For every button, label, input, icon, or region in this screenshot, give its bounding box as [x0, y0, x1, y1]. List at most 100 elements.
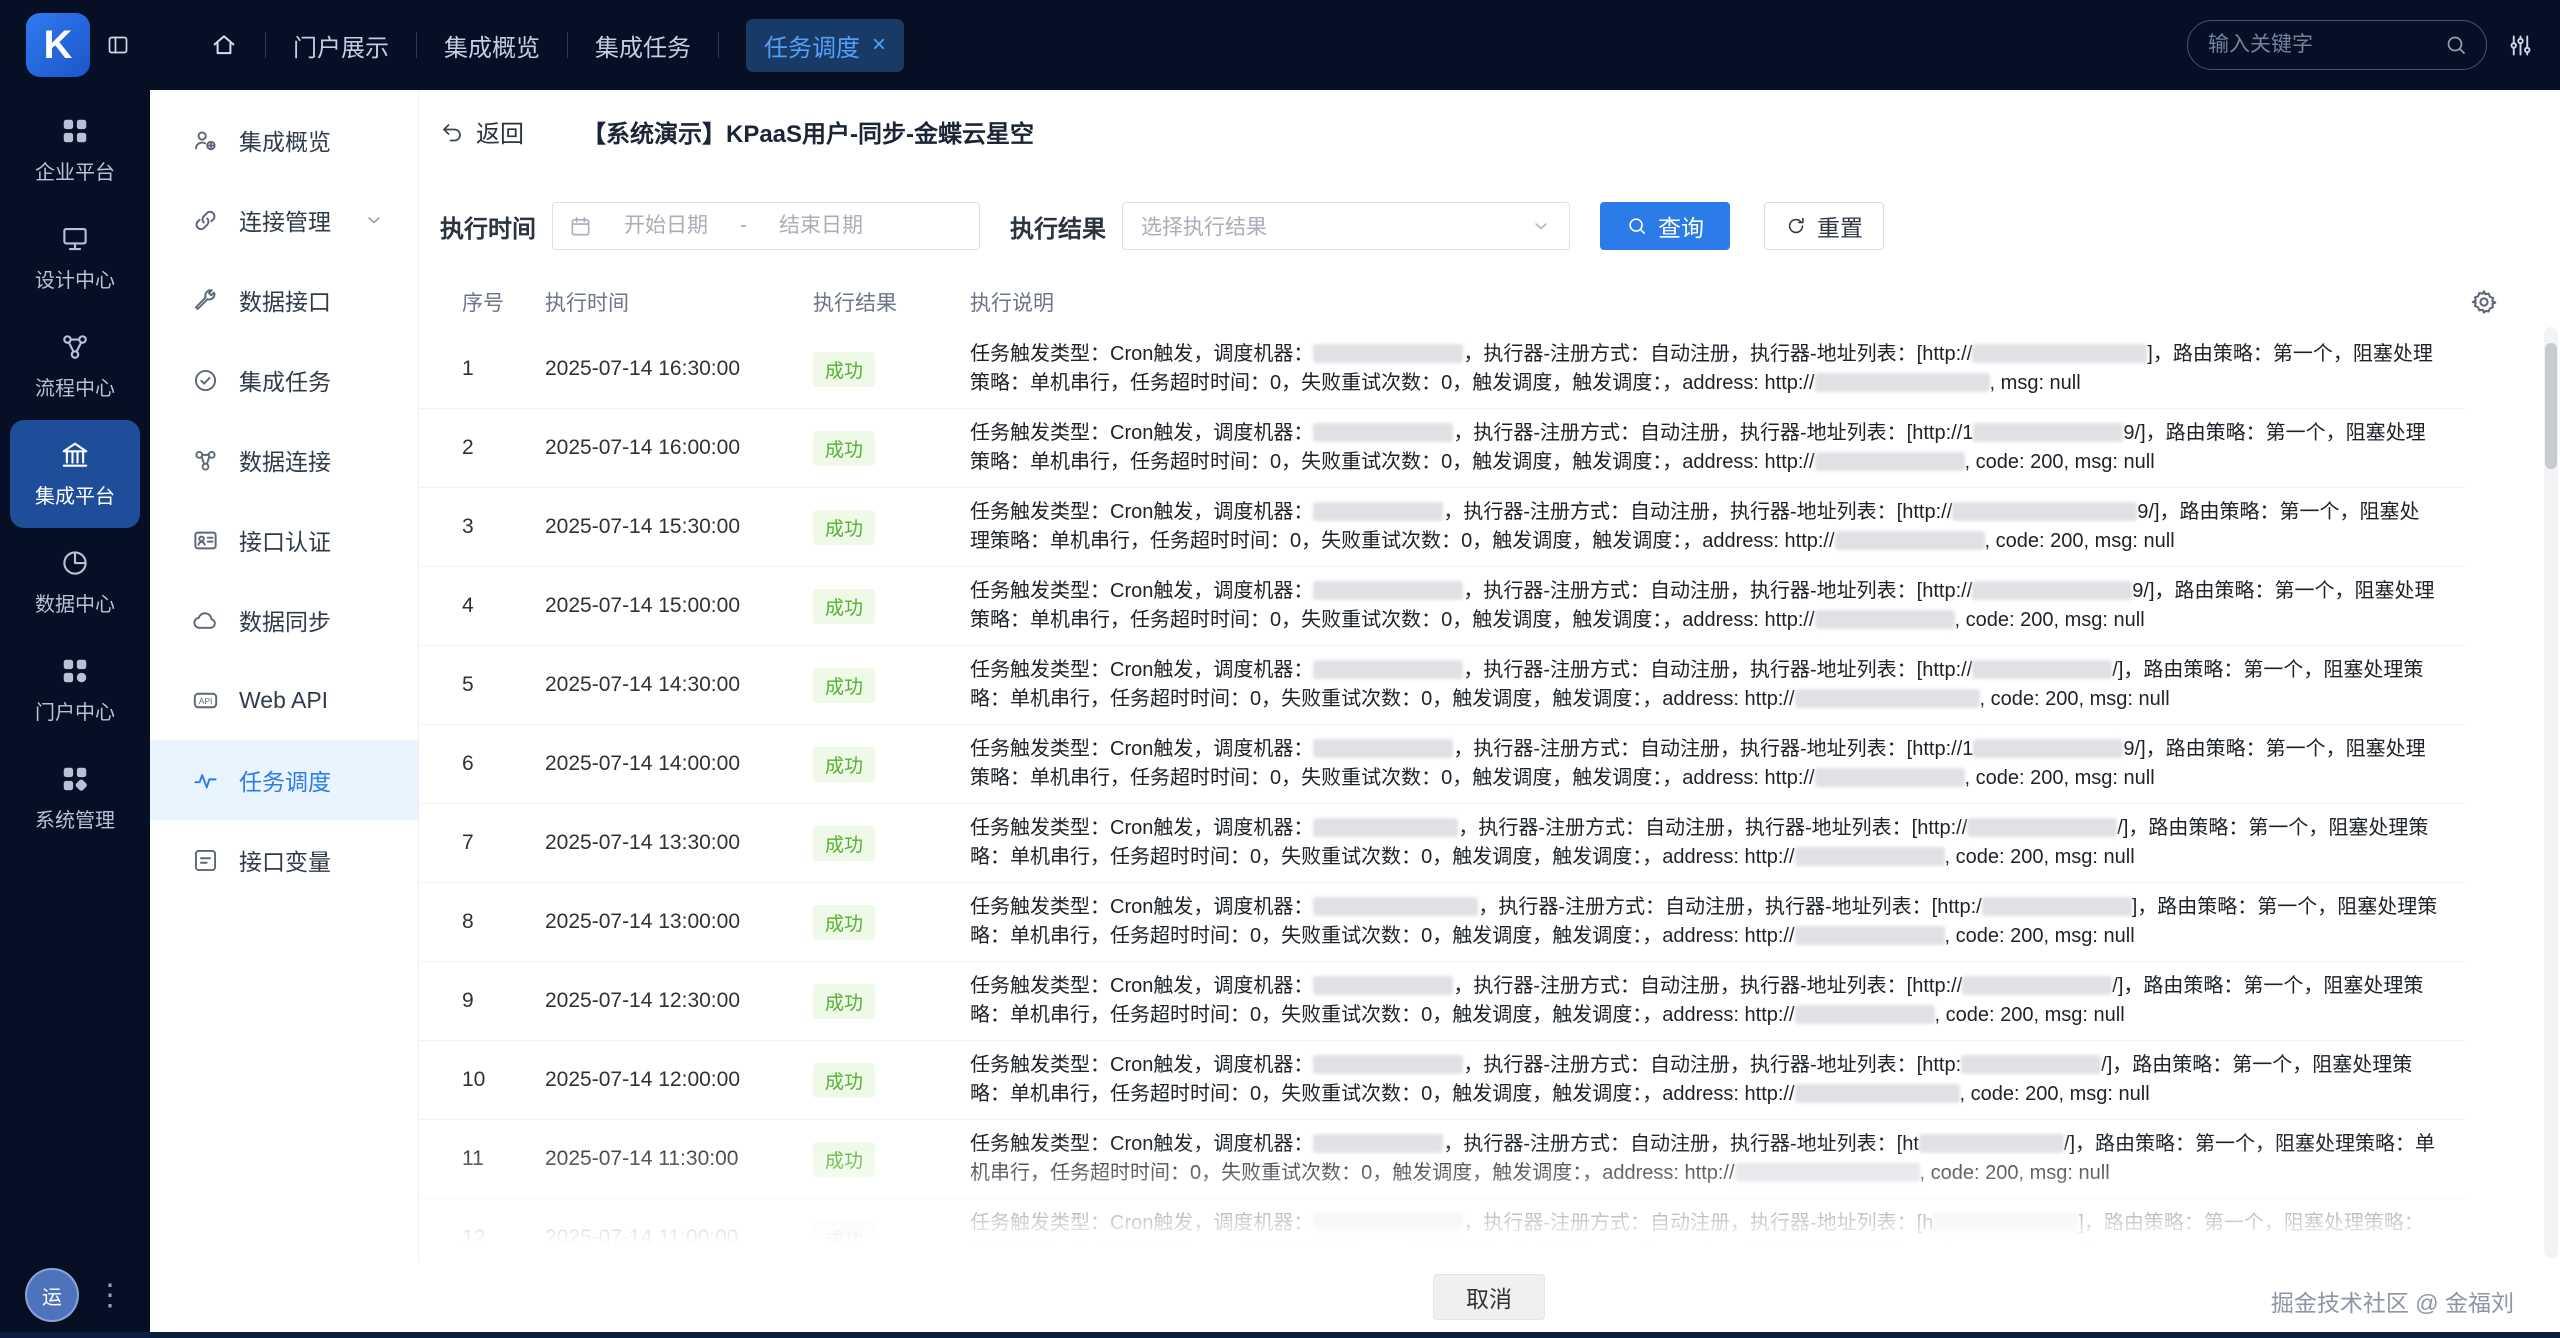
tab-task-schedule[interactable]: 任务调度 × [746, 19, 904, 72]
redacted-text [1795, 1084, 1960, 1103]
search-icon[interactable] [2444, 33, 2468, 57]
row-exec-desc: 任务触发类型：Cron触发，调度机器：，执行器-注册方式：自动注册，执行器-地址… [970, 972, 2465, 1030]
row-exec-time: 2025-07-14 15:00:00 [545, 594, 813, 618]
avatar[interactable]: 运 [25, 1268, 79, 1322]
status-badge: 成功 [813, 510, 875, 545]
query-button[interactable]: 查询 [1600, 202, 1730, 250]
submenu-item-web-api[interactable]: Web API [150, 660, 418, 740]
row-index: 3 [462, 515, 545, 539]
row-index: 12 [462, 1226, 545, 1250]
enterprise-platform-icon [60, 116, 90, 146]
submenu-item-data-sync[interactable]: 数据同步 [150, 580, 418, 660]
status-badge: 成功 [813, 1221, 875, 1256]
status-badge: 成功 [813, 826, 875, 861]
nav-separator [265, 32, 266, 58]
row-exec-time: 2025-07-14 12:00:00 [545, 1068, 813, 1092]
data-sync-icon [192, 607, 219, 634]
submenu-item-api-auth[interactable]: 接口认证 [150, 500, 418, 580]
nav-separator [567, 32, 568, 58]
row-index: 11 [462, 1147, 545, 1171]
submenu-item-integration-task[interactable]: 集成任务 [150, 340, 418, 420]
date-end-input[interactable] [755, 213, 887, 239]
left-rail: K 企业平台设计中心流程中心集成平台数据中心门户中心系统管理 运 ⋮ [0, 0, 150, 1338]
table-row: 72025-07-14 13:30:00成功任务触发类型：Cron触发，调度机器… [418, 804, 2465, 883]
redacted-text [1313, 581, 1463, 600]
row-exec-time: 2025-07-14 11:30:00 [545, 1147, 813, 1171]
refresh-icon [1785, 215, 1807, 237]
table-row: 32025-07-14 15:30:00成功任务触发类型：Cron触发，调度机器… [418, 488, 2465, 567]
task-schedule-icon [192, 767, 219, 794]
reset-button[interactable]: 重置 [1764, 202, 1884, 250]
portal-center-icon [60, 656, 90, 686]
watermark: 掘金技术社区 @ 金福刘 [2271, 1284, 2514, 1318]
rail-item-process-center[interactable]: 流程中心 [10, 312, 140, 420]
rail-item-system-mgmt[interactable]: 系统管理 [10, 744, 140, 852]
tab-label: 任务调度 [764, 28, 860, 63]
row-index: 10 [462, 1068, 545, 1092]
col-exec-desc: 执行说明 [970, 287, 2465, 317]
topbar-nav: 门户展示 集成概览 集成任务 任务调度 × [210, 19, 904, 72]
redacted-text [1795, 1005, 1935, 1024]
submenu-item-connection-mgmt[interactable]: 连接管理 [150, 180, 418, 260]
api-variable-icon [192, 847, 219, 874]
search-input[interactable] [2206, 32, 2434, 58]
close-icon[interactable]: × [872, 33, 886, 57]
date-range-picker[interactable]: - [552, 202, 980, 250]
rail-item-design-center[interactable]: 设计中心 [10, 204, 140, 312]
home-icon[interactable] [210, 31, 238, 59]
status-badge: 成功 [813, 1063, 875, 1098]
data-interface-icon [192, 287, 219, 314]
submenu-item-data-connection[interactable]: 数据连接 [150, 420, 418, 500]
integration-task-icon [192, 367, 219, 394]
row-exec-time: 2025-07-14 16:00:00 [545, 436, 813, 460]
api-auth-icon [192, 527, 219, 554]
row-exec-desc: 任务触发类型：Cron触发，调度机器：，执行器-注册方式：自动注册，执行器-地址… [970, 577, 2465, 635]
row-exec-desc: 任务触发类型：Cron触发，调度机器：，执行器-注册方式：自动注册，执行器-地址… [970, 893, 2465, 951]
row-index: 1 [462, 357, 545, 381]
table-row: 92025-07-14 12:30:00成功任务触发类型：Cron触发，调度机器… [418, 962, 2465, 1041]
collapse-icon[interactable] [106, 33, 130, 57]
redacted-text [1972, 581, 2132, 600]
date-start-input[interactable] [600, 213, 732, 239]
table-settings-gear-icon[interactable] [2470, 288, 2498, 316]
exec-result-select[interactable]: 选择执行结果 [1122, 202, 1570, 250]
more-dots-icon[interactable]: ⋮ [95, 1278, 125, 1313]
row-exec-desc: 任务触发类型：Cron触发，调度机器：，执行器-注册方式：自动注册，执行器-地址… [970, 340, 2465, 398]
submenu-item-integration-overview[interactable]: 集成概览 [150, 100, 418, 180]
rail-item-data-center[interactable]: 数据中心 [10, 528, 140, 636]
app-logo[interactable]: K [26, 13, 90, 77]
redacted-text [1835, 531, 1985, 550]
table-row: 12025-07-14 16:30:00成功任务触发类型：Cron触发，调度机器… [418, 330, 2465, 409]
topnav-integration-task[interactable]: 集成任务 [595, 28, 691, 63]
filter-sliders-icon[interactable] [2507, 32, 2534, 59]
row-exec-desc: 任务触发类型：Cron触发，调度机器：，执行器-注册方式：自动注册，执行器-地址… [970, 814, 2465, 872]
row-exec-desc: 任务触发类型：Cron触发，调度机器：，执行器-注册方式：自动注册，执行器-地址… [970, 656, 2465, 714]
submenu: 集成概览连接管理数据接口集成任务数据连接接口认证数据同步Web API任务调度接… [150, 90, 419, 1332]
redacted-text [1313, 818, 1458, 837]
col-exec-result: 执行结果 [813, 287, 970, 317]
rail-item-integration-platform[interactable]: 集成平台 [10, 420, 140, 528]
rail-item-enterprise-platform[interactable]: 企业平台 [10, 96, 140, 204]
redacted-text [1919, 1134, 2064, 1153]
scrollbar-thumb[interactable] [2545, 343, 2557, 469]
row-index: 7 [462, 831, 545, 855]
status-badge: 成功 [813, 905, 875, 940]
back-button[interactable]: 返回 [440, 114, 524, 149]
submenu-item-data-interface[interactable]: 数据接口 [150, 260, 418, 340]
submenu-item-api-variable[interactable]: 接口变量 [150, 820, 418, 900]
topnav-portal-display[interactable]: 门户展示 [293, 28, 389, 63]
rail-item-portal-center[interactable]: 门户中心 [10, 636, 140, 744]
row-exec-time: 2025-07-14 15:30:00 [545, 515, 813, 539]
rail-items: 企业平台设计中心流程中心集成平台数据中心门户中心系统管理 [0, 90, 150, 852]
row-exec-time: 2025-07-14 11:00:00 [545, 1226, 813, 1250]
connection-mgmt-icon [192, 207, 219, 234]
topnav-integration-overview[interactable]: 集成概览 [444, 28, 540, 63]
window-bottom-strip [0, 1332, 2560, 1338]
status-badge: 成功 [813, 668, 875, 703]
data-center-icon [60, 548, 90, 578]
redacted-text [1815, 610, 1955, 629]
submenu-item-task-schedule[interactable]: 任务调度 [150, 740, 418, 820]
cancel-button[interactable]: 取消 [1433, 1274, 1545, 1320]
redacted-text [1313, 660, 1463, 679]
row-index: 2 [462, 436, 545, 460]
